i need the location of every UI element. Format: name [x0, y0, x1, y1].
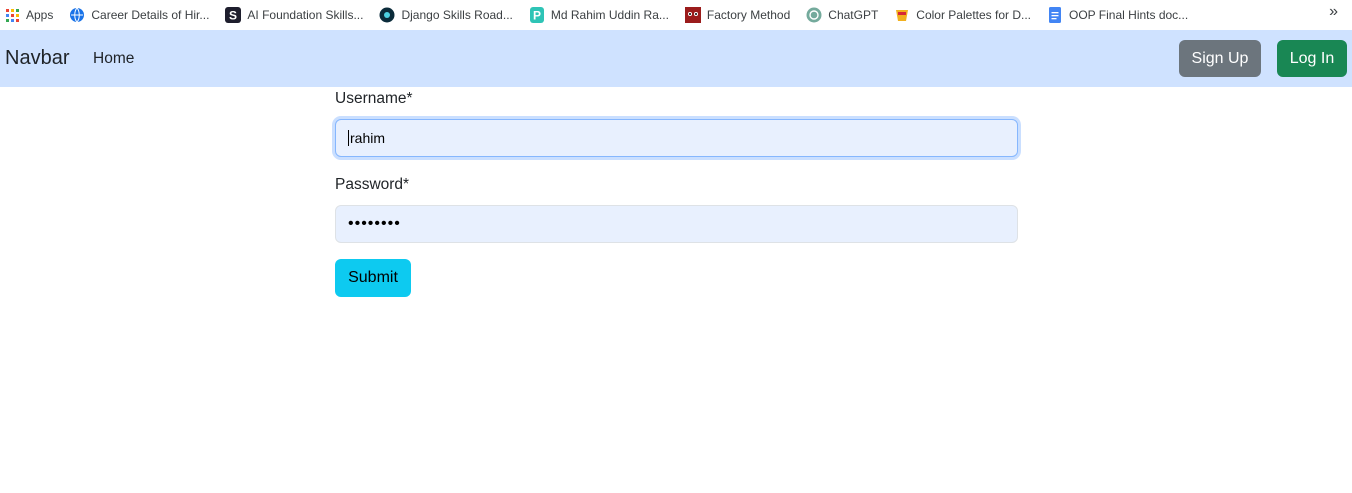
- bookmark-label: Django Skills Road...: [401, 8, 513, 22]
- bookmarks-bar: Apps Career Details of Hir... S AI Found…: [0, 0, 1352, 30]
- s-logo-icon: S: [225, 7, 242, 23]
- bookmark-label: Md Rahim Uddin Ra...: [550, 8, 669, 22]
- bookmark-color-palettes[interactable]: Color Palettes for D...: [888, 4, 1037, 26]
- svg-text:P: P: [533, 9, 541, 23]
- more-bookmarks-icon[interactable]: »: [1329, 3, 1338, 21]
- apps-grid-icon: [4, 7, 20, 23]
- username-input[interactable]: rahim: [335, 119, 1018, 157]
- navbar: Navbar Home Sign Up Log In: [0, 30, 1352, 87]
- log-in-button[interactable]: Log In: [1277, 40, 1347, 77]
- bookmark-oop-final[interactable]: OOP Final Hints doc...: [1041, 4, 1194, 26]
- bookmark-label: OOP Final Hints doc...: [1069, 8, 1189, 22]
- username-label: Username*: [335, 90, 413, 107]
- bookmark-ai-foundation[interactable]: S AI Foundation Skills...: [219, 4, 369, 26]
- password-input[interactable]: ••••••••: [335, 205, 1018, 243]
- palette-icon: [894, 7, 910, 23]
- bookmark-apps-label: Apps: [26, 8, 54, 22]
- bookmark-factory-method[interactable]: Factory Method: [679, 4, 796, 26]
- bookmark-label: Factory Method: [706, 8, 791, 22]
- bookmark-label: ChatGPT: [828, 8, 879, 22]
- bookmark-chatgpt[interactable]: ChatGPT: [800, 4, 884, 26]
- navbar-brand[interactable]: Navbar: [5, 47, 69, 70]
- submit-button[interactable]: Submit: [335, 259, 411, 297]
- bookmark-django-skills[interactable]: Django Skills Road...: [373, 4, 518, 26]
- bookmark-md-rahim[interactable]: P Md Rahim Uddin Ra...: [523, 4, 675, 26]
- chatgpt-icon: [806, 7, 822, 23]
- password-label: Password*: [335, 176, 410, 193]
- doc-icon: [1047, 7, 1063, 23]
- bookmark-label: Color Palettes for D...: [916, 8, 1032, 22]
- bookmark-label: AI Foundation Skills...: [247, 8, 364, 22]
- circle-logo-icon: [379, 7, 395, 23]
- bookmark-label: Career Details of Hir...: [91, 8, 210, 22]
- nav-link-home[interactable]: Home: [93, 50, 134, 68]
- username-value: rahim: [350, 130, 386, 146]
- raccoon-logo-icon: [684, 7, 701, 23]
- sign-up-button[interactable]: Sign Up: [1179, 40, 1261, 77]
- password-value: ••••••••: [348, 215, 401, 232]
- p-logo-icon: P: [529, 7, 545, 23]
- svg-text:S: S: [229, 9, 237, 23]
- globe-icon: [69, 7, 85, 23]
- bookmark-career-details[interactable]: Career Details of Hir...: [63, 4, 215, 26]
- text-caret: [348, 130, 349, 146]
- bookmark-apps[interactable]: Apps: [0, 4, 59, 26]
